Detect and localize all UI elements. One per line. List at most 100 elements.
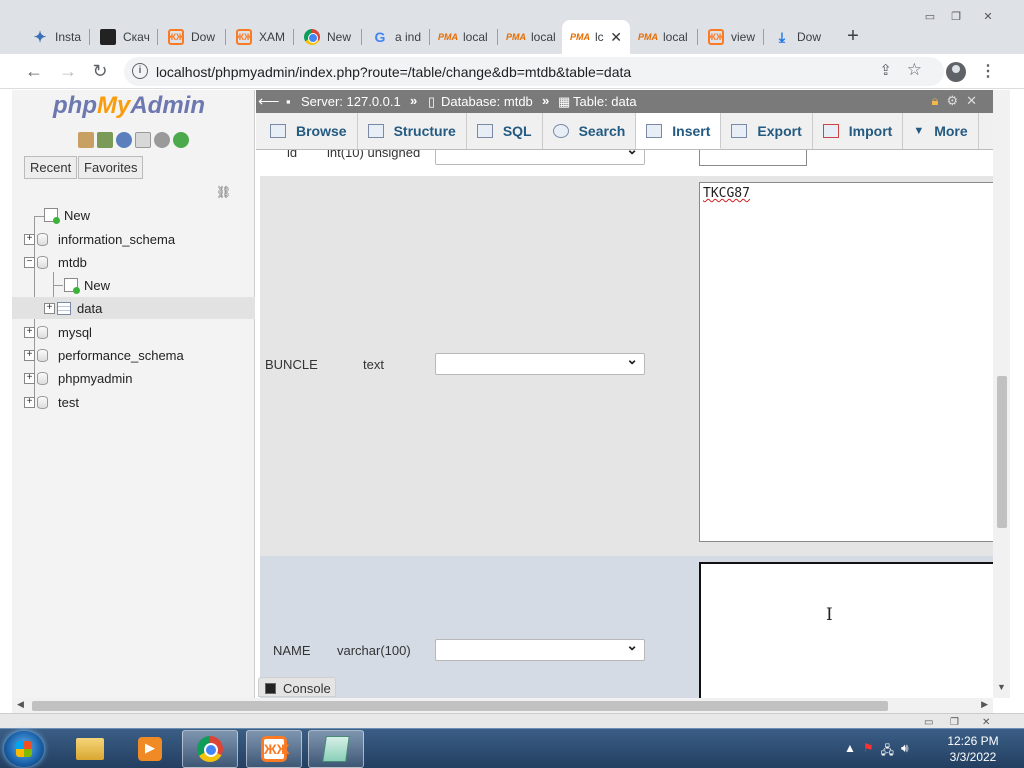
collapse-panel-icon[interactable]: ⟵ [258, 92, 280, 110]
tab-import[interactable]: Import [813, 113, 904, 149]
tab-more[interactable]: ▼ More [903, 113, 979, 149]
expand-icon[interactable]: + [24, 372, 35, 384]
link-icon[interactable]: ⛓ [216, 185, 231, 199]
tab-google[interactable]: G a ind [362, 20, 430, 54]
tab-new[interactable]: New [294, 20, 362, 54]
tab-local-2[interactable]: PMA local [498, 20, 562, 54]
favorites-tab[interactable]: Favorites [78, 156, 144, 179]
function-select[interactable] [435, 351, 645, 375]
start-button[interactable] [4, 731, 44, 767]
taskbar-xampp[interactable]: ЖЖ [246, 730, 302, 768]
tree-table-data[interactable]: + data [12, 297, 255, 319]
tab-insert[interactable]: Insert [636, 113, 722, 149]
console-toggle[interactable]: Console [258, 677, 336, 697]
chevron-down-icon: ▼ [913, 125, 925, 137]
docs-icon[interactable] [135, 132, 151, 148]
scroll-left-arrow[interactable]: ◀ [17, 699, 24, 710]
volume-icon[interactable]: 🔊︎ [901, 741, 909, 762]
tree-db-performance-schema[interactable]: + performance_schema [24, 344, 267, 366]
close-icon[interactable]: ✕ [966, 93, 977, 109]
maximize-button[interactable]: ❐ [944, 10, 968, 26]
gear-icon[interactable]: ⚙ [946, 93, 958, 109]
show-hidden-icons[interactable]: ▲ [844, 741, 856, 762]
tree-db-mtdb[interactable]: − mtdb [24, 251, 267, 273]
value-textarea-name[interactable] [699, 562, 993, 698]
site-info-icon[interactable]: i [132, 63, 148, 79]
function-select[interactable] [435, 150, 645, 165]
profile-avatar-icon[interactable] [946, 62, 966, 82]
url-text[interactable]: localhost/phpmyadmin/index.php?route=/ta… [156, 64, 631, 80]
scroll-right-arrow[interactable]: ▶ [981, 699, 988, 710]
reload-nav-icon[interactable] [173, 132, 189, 148]
expand-icon[interactable]: + [44, 302, 55, 314]
expand-icon[interactable]: + [24, 326, 35, 338]
tree-new-database[interactable]: New [32, 204, 275, 226]
taskbar-notepad[interactable] [308, 730, 364, 768]
close-window-button[interactable]: ✕ [976, 10, 1000, 26]
tab-local-1[interactable]: PMA local [430, 20, 498, 54]
window-bottom-edge: ▭ ❐ ✕ [0, 713, 1024, 728]
reload-button[interactable]: ↻ [88, 60, 112, 84]
horizontal-scrollbar[interactable]: ◀ ▶ [12, 698, 993, 713]
tab-insta[interactable]: ✦ Insta [22, 20, 90, 54]
settings-icon[interactable] [154, 132, 170, 148]
taskbar-media-player[interactable] [122, 730, 178, 768]
recent-tab[interactable]: Recent [24, 156, 78, 179]
bookmark-star-icon[interactable]: ☆ [907, 60, 922, 80]
scrollbar-thumb[interactable] [32, 701, 888, 711]
tab-xampp[interactable]: ЖЖ XAM [226, 20, 294, 54]
tab-structure[interactable]: Structure [358, 113, 467, 149]
tab-download-ru[interactable]: Скач [90, 20, 158, 54]
logout-icon[interactable] [97, 132, 113, 148]
tab-local-3[interactable]: PMA local [630, 20, 698, 54]
vertical-scrollbar[interactable]: ▼ [993, 90, 1010, 698]
tab-view[interactable]: ЖЖ view [698, 20, 764, 54]
share-icon[interactable]: ⇪ [879, 61, 892, 79]
expand-icon[interactable]: + [24, 233, 35, 245]
network-icon[interactable]: 🖧︎ [881, 741, 894, 762]
taskbar-clock[interactable]: 12:26 PM 3/3/2022 [940, 733, 1006, 765]
maximize-button[interactable]: ❐ [950, 717, 959, 728]
tab-title: a ind [395, 30, 422, 44]
tab-sql[interactable]: SQL [467, 113, 543, 149]
scrollbar-thumb[interactable] [997, 376, 1007, 528]
breadcrumb-table[interactable]: Table: data [573, 94, 637, 109]
minimize-button[interactable]: ▭ [918, 10, 942, 26]
tab-active-local[interactable]: PMA lc ✕ [562, 20, 630, 54]
browser-menu-icon[interactable]: ⋮ [980, 61, 996, 81]
phpmyadmin-logo[interactable]: phpMyAdmin [53, 92, 205, 120]
forward-button[interactable]: → [56, 60, 80, 84]
taskbar-explorer[interactable] [62, 730, 118, 768]
breadcrumb-database[interactable]: Database: mtdb [441, 94, 533, 109]
close-tab-icon[interactable]: ✕ [610, 29, 622, 46]
close-window-button[interactable]: ✕ [982, 717, 990, 728]
taskbar-chrome[interactable] [182, 730, 238, 768]
tab-download[interactable]: ЖЖ Dow [158, 20, 226, 54]
action-center-flag-icon[interactable]: ⚑ [863, 741, 874, 762]
value-input-id[interactable] [699, 150, 807, 166]
address-bar[interactable]: i localhost/phpmyadmin/index.php?route=/… [124, 57, 944, 86]
home-icon[interactable] [78, 132, 94, 148]
function-select[interactable] [435, 637, 645, 661]
tree-db-phpmyadmin[interactable]: + phpmyadmin [24, 367, 267, 389]
new-tab-button[interactable]: + [840, 24, 866, 50]
tree-db-test[interactable]: + test [24, 391, 267, 413]
minimize-button[interactable]: ▭ [924, 717, 933, 728]
back-button[interactable]: ← [22, 60, 46, 84]
tab-search[interactable]: Search [543, 113, 637, 149]
expand-icon[interactable]: + [24, 396, 35, 408]
collapse-icon[interactable]: − [24, 256, 35, 268]
help-icon[interactable] [116, 132, 132, 148]
tab-export[interactable]: Export [721, 113, 813, 149]
tab-downloads[interactable]: ⤓ Dow [764, 20, 832, 54]
tree-db-information-schema[interactable]: + information_schema [24, 228, 267, 250]
tab-browse[interactable]: Browse [256, 113, 358, 149]
lock-icon[interactable]: 🔒︎ [932, 93, 939, 109]
tree-mtdb-new-table[interactable]: New [50, 274, 293, 296]
scroll-down-arrow[interactable]: ▼ [997, 682, 1006, 692]
breadcrumb-server[interactable]: Server: 127.0.0.1 [301, 94, 401, 109]
tree-db-mysql[interactable]: + mysql [24, 321, 267, 343]
new-table-icon [64, 278, 80, 294]
expand-icon[interactable]: + [24, 349, 35, 361]
value-textarea-buncle[interactable]: TKCG87 [699, 182, 993, 542]
